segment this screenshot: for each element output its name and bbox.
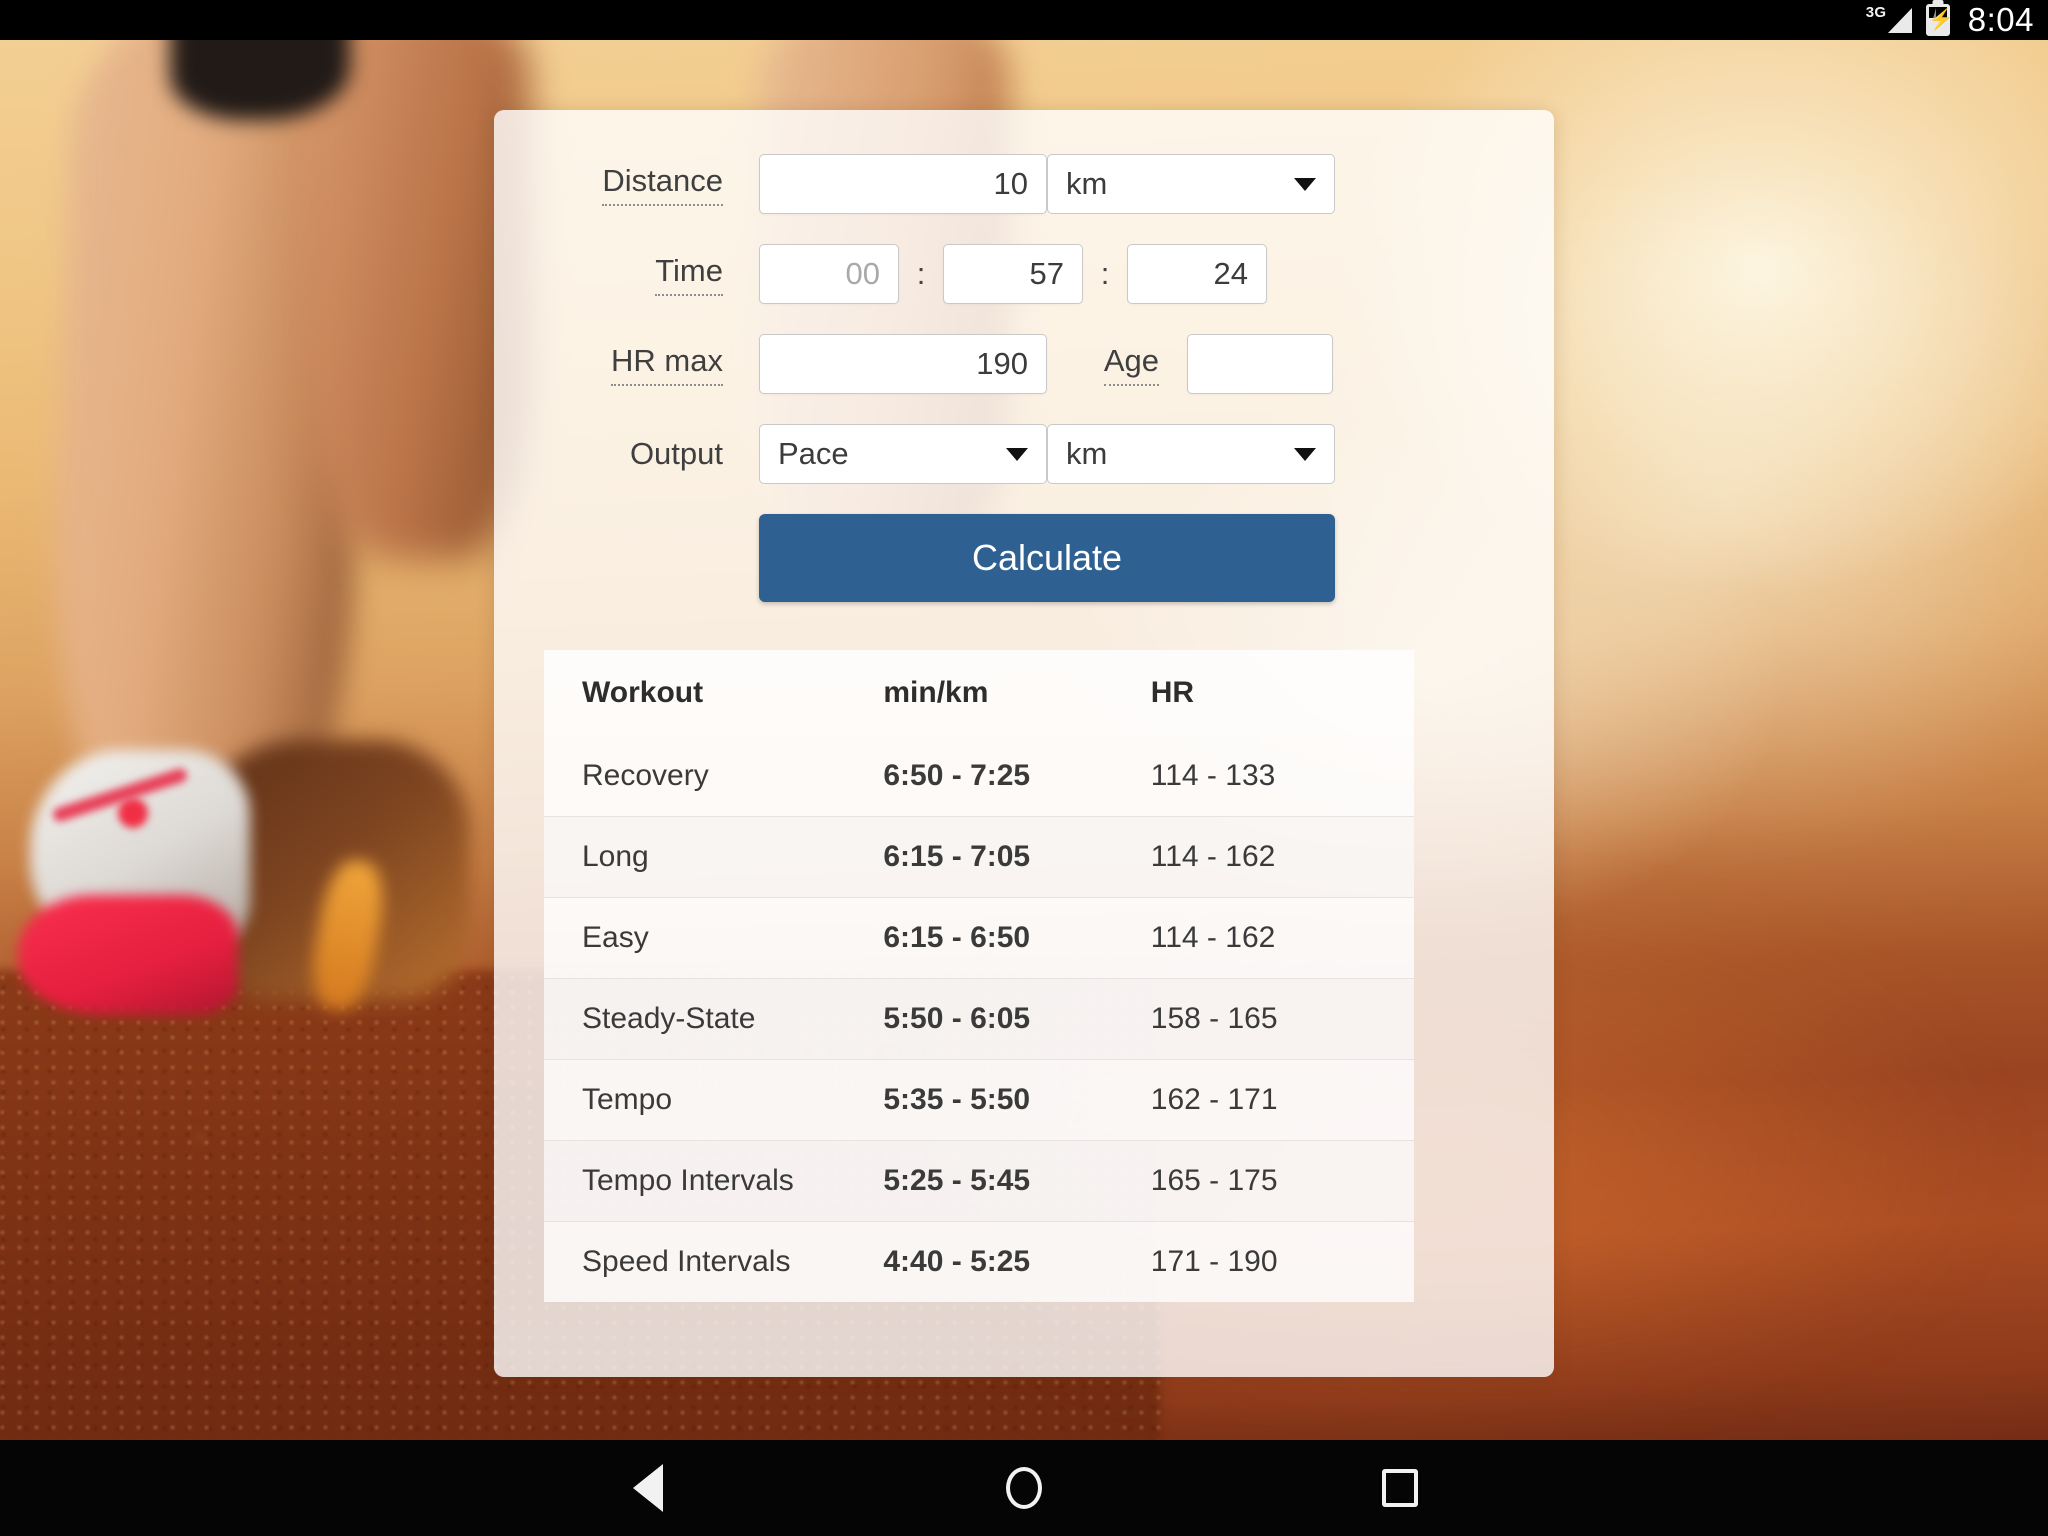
column-header-pace: min/km [883, 676, 989, 709]
cell-pace: 6:15 - 7:05 [883, 840, 1031, 873]
cell-pace: 5:25 - 5:45 [883, 1164, 1031, 1197]
signal-network-label: 3G [1865, 4, 1887, 21]
results-table-head: Workout min/km HR [544, 650, 1414, 736]
cell-workout: Easy [582, 921, 649, 954]
square-recents-icon [1382, 1469, 1418, 1507]
cell-workout: Speed Intervals [582, 1245, 791, 1278]
cell-hr: 114 - 162 [1150, 840, 1276, 873]
time-seconds-input[interactable]: 24 [1127, 244, 1267, 304]
nav-recents-button[interactable] [1340, 1440, 1460, 1536]
table-row: Tempo Intervals 5:25 - 5:45 165 - 175 [544, 1140, 1414, 1222]
android-navigation-bar [0, 1440, 2048, 1536]
time-separator-1: : [916, 256, 926, 291]
cell-workout: Steady-State [582, 1002, 756, 1035]
distance-unit-select[interactable]: km [1047, 154, 1335, 214]
time-label: Time [655, 253, 723, 296]
table-row: Recovery 6:50 - 7:25 114 - 133 [544, 736, 1414, 817]
age-input[interactable] [1187, 334, 1333, 394]
output-unit-value: km [1066, 436, 1108, 471]
time-separator-2: : [1100, 256, 1110, 291]
time-label-cell: Time [494, 253, 759, 296]
distance-label: Distance [602, 163, 723, 206]
cell-hr: 114 - 133 [1150, 759, 1276, 792]
distance-input[interactable]: 10 [759, 154, 1047, 214]
table-row: Long 6:15 - 7:05 114 - 162 [544, 816, 1414, 898]
cell-hr: 165 - 175 [1150, 1164, 1278, 1197]
nav-back-button[interactable] [588, 1440, 708, 1536]
column-header-hr: HR [1150, 676, 1195, 709]
cell-pace: 5:35 - 5:50 [883, 1083, 1031, 1116]
distance-row: Distance 10 km [494, 154, 1554, 214]
signal-3g-icon: 3G [1865, 4, 1936, 35]
signal-bars-shape [1887, 8, 1936, 33]
time-minutes-input[interactable]: 57 [943, 244, 1083, 304]
background-shoe-logo-dot [118, 798, 148, 828]
distance-label-cell: Distance [494, 163, 759, 206]
time-hours-input[interactable]: 00 [759, 244, 899, 304]
cell-workout: Tempo [582, 1083, 673, 1116]
status-bar: 3G ⚡ 8:04 [0, 0, 2048, 40]
hrmax-label-cell: HR max [494, 343, 759, 386]
background-shoe-sole [18, 895, 238, 1015]
cell-pace: 4:40 - 5:25 [883, 1245, 1031, 1278]
cell-hr: 114 - 162 [1150, 921, 1276, 954]
column-header-workout: Workout [582, 676, 704, 709]
chevron-down-icon [1294, 177, 1316, 191]
cell-workout: Tempo Intervals [582, 1164, 794, 1197]
device-screen: 3G ⚡ 8:04 Distance 10 km Time 00: 57: … [0, 0, 2048, 1536]
hrmax-label: HR max [611, 343, 723, 386]
output-type-value: Pace [778, 436, 849, 471]
battery-bolt-glyph: ⚡ [1928, 9, 1954, 31]
calculator-card: Distance 10 km Time 00 : 57 : 24 HR max … [494, 110, 1554, 1377]
cell-workout: Long [582, 840, 649, 873]
calculate-button[interactable]: Calculate [759, 514, 1335, 602]
cell-workout: Recovery [582, 759, 709, 792]
results-table: Workout min/km HR Recovery 6:50 - 7:25 1… [544, 650, 1414, 1302]
cell-hr: 162 - 171 [1150, 1083, 1278, 1116]
battery-charging-icon: ⚡ [1925, 4, 1954, 36]
output-type-select[interactable]: Pace [759, 424, 1047, 484]
input-form: Distance 10 km Time 00 : 57 : 24 HR max … [494, 110, 1554, 602]
output-unit-select[interactable]: km [1047, 424, 1335, 484]
table-row: Tempo 5:35 - 5:50 162 - 171 [544, 1059, 1414, 1141]
status-bar-clock: 8:04 [1967, 1, 2034, 38]
cell-pace: 6:50 - 7:25 [883, 759, 1031, 792]
circle-home-icon [1006, 1467, 1042, 1509]
age-label: Age [1103, 343, 1159, 386]
output-label-cell: Output [494, 436, 759, 472]
cell-hr: 171 - 190 [1150, 1245, 1278, 1278]
chevron-down-icon [1294, 447, 1316, 461]
output-label: Output [629, 436, 723, 471]
cell-pace: 6:15 - 6:50 [883, 921, 1031, 954]
chevron-down-icon [1006, 447, 1028, 461]
table-row: Steady-State 5:50 - 6:05 158 - 165 [544, 978, 1414, 1060]
hrmax-input[interactable]: 190 [759, 334, 1047, 394]
status-bar-icons: 3G ⚡ 8:04 [1866, 1, 2034, 39]
calculate-spacer [494, 514, 759, 602]
triangle-back-icon [633, 1464, 663, 1512]
table-row: Easy 6:15 - 6:50 114 - 162 [544, 897, 1414, 979]
output-row: Output Pace km [494, 424, 1554, 484]
table-row: Speed Intervals 4:40 - 5:25 171 - 190 [544, 1221, 1414, 1302]
nav-home-button[interactable] [964, 1440, 1084, 1536]
hrmax-age-row: HR max 190 Age [494, 334, 1554, 394]
cell-pace: 5:50 - 6:05 [883, 1002, 1031, 1035]
distance-unit-value: km [1066, 166, 1108, 201]
calculate-row: Calculate [494, 514, 1554, 602]
age-label-cell: Age [1047, 343, 1187, 386]
cell-hr: 158 - 165 [1150, 1002, 1278, 1035]
results-table-body: Recovery 6:50 - 7:25 114 - 133 Long 6:15… [544, 736, 1414, 1302]
time-row: Time 00 : 57 : 24 [494, 244, 1554, 304]
table-header-row: Workout min/km HR [544, 650, 1414, 736]
